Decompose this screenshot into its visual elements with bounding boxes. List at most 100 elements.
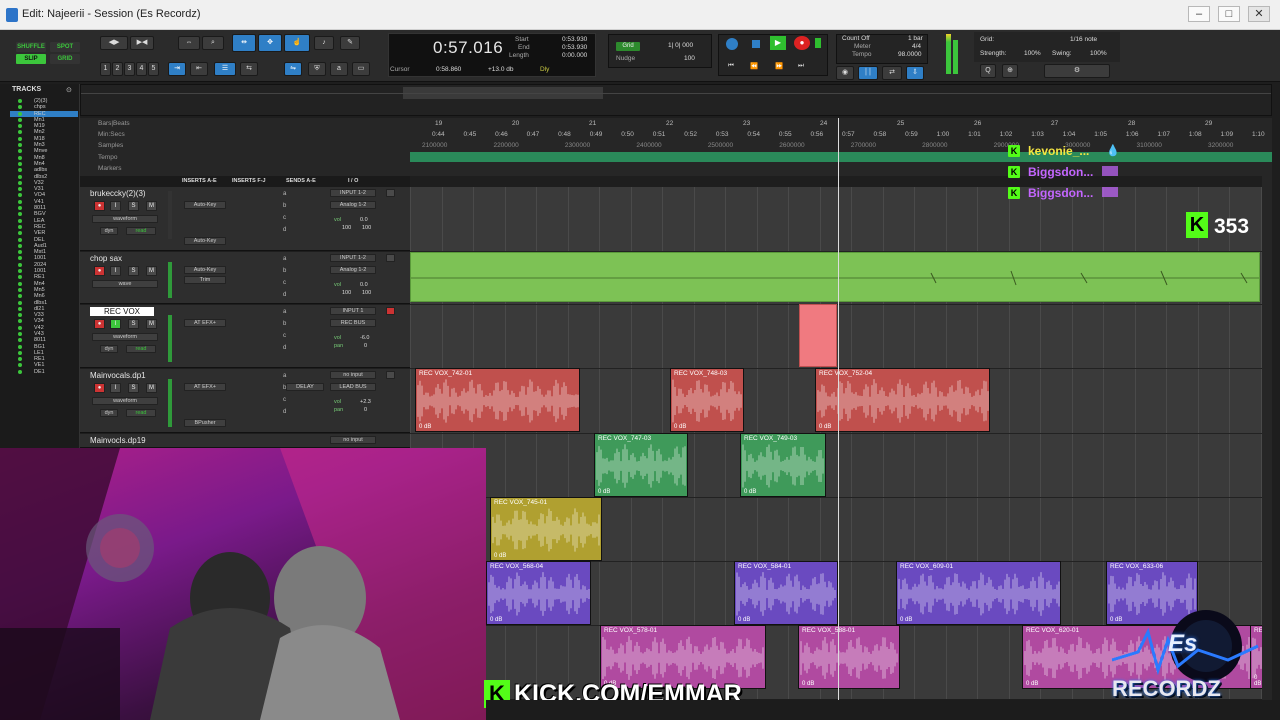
- audio-clip[interactable]: REC VOX_749-03 0 dB: [740, 433, 826, 497]
- swing-value[interactable]: 100%: [1090, 50, 1107, 57]
- shuffle-mode-button[interactable]: SHUFFLE: [16, 42, 46, 52]
- zoom-preset-4[interactable]: 4: [136, 62, 147, 76]
- audio-clip[interactable]: REC VOX_742-01 0 dB: [415, 368, 580, 432]
- fast-forward-icon[interactable]: ⏩: [775, 62, 783, 70]
- midi-merge-button[interactable]: ⇄: [882, 66, 902, 80]
- grabber-tool[interactable]: ☝: [284, 34, 310, 52]
- rewind-icon[interactable]: ⏮: [728, 62, 734, 70]
- insert-slot[interactable]: Auto-Key: [184, 266, 226, 274]
- track-name[interactable]: Mainvocls.dp19: [90, 436, 146, 445]
- output-selector[interactable]: LEAD BUS: [330, 383, 376, 391]
- gear-icon[interactable]: ⚙: [1044, 64, 1110, 78]
- track-show-icon[interactable]: [18, 130, 22, 135]
- dyn-button[interactable]: dyn: [100, 227, 118, 235]
- track-show-icon[interactable]: [18, 287, 22, 292]
- track-show-icon[interactable]: [18, 111, 22, 116]
- mirror-midi-button[interactable]: ⇋: [284, 62, 302, 76]
- end-icon[interactable]: ⏭: [798, 62, 804, 70]
- grid-mode-button[interactable]: GRID: [50, 54, 80, 64]
- track-show-icon[interactable]: [18, 338, 22, 343]
- track-show-icon[interactable]: [18, 256, 22, 261]
- track-show-icon[interactable]: [18, 319, 22, 324]
- main-counter[interactable]: 0:57.016: [433, 38, 503, 58]
- input-selector[interactable]: INPUT 1-2: [330, 189, 376, 197]
- mute-button[interactable]: M: [146, 319, 157, 329]
- track-view-selector[interactable]: wave: [92, 280, 158, 288]
- volume-value[interactable]: +2.3: [360, 399, 371, 405]
- record-arm-button[interactable]: ●: [94, 319, 105, 329]
- track-view-selector[interactable]: waveform: [92, 397, 158, 405]
- track-show-icon[interactable]: [18, 161, 22, 166]
- volume-value[interactable]: 0.0: [360, 217, 368, 223]
- tracks-list[interactable]: (2)(3) chps REC Mn1 M19 Mn2 M18 Mn3 Mnve Mn8 Mn4 ad…: [10, 98, 78, 375]
- io-toggle-button[interactable]: [386, 254, 395, 262]
- trim-tool[interactable]: ⇹: [232, 34, 256, 52]
- selector-tool[interactable]: ✥: [258, 34, 282, 52]
- audio-clip[interactable]: REC VOX_588-01 0 dB: [798, 625, 900, 689]
- track-show-icon[interactable]: [18, 193, 22, 198]
- pencil-icon[interactable]: ✎: [340, 36, 360, 50]
- audio-clip[interactable]: REC VOX_747-03 0 dB: [594, 433, 688, 497]
- pan-right-value[interactable]: 100: [362, 225, 371, 231]
- track-header[interactable]: chop sax ● I S Mwave Auto-Key Trim INPUT 1-2 Ana…: [80, 252, 410, 304]
- track-show-icon[interactable]: [18, 168, 22, 173]
- record-arm-button[interactable]: ●: [94, 383, 105, 393]
- dyn-button[interactable]: dyn: [100, 345, 118, 353]
- zoom-preset-3[interactable]: 3: [124, 62, 135, 76]
- track-header[interactable]: Mainvocls.dp19 no input: [80, 434, 410, 448]
- universe-overview[interactable]: [80, 84, 1272, 116]
- input-selector[interactable]: INPUT 1-2: [330, 254, 376, 262]
- track-name[interactable]: brukeccky(2)(3): [90, 189, 146, 198]
- audio-clip[interactable]: REC VOX_568-04 0 dB: [486, 561, 591, 625]
- insert-slot[interactable]: AT EFX+: [184, 319, 226, 327]
- track-show-icon[interactable]: [18, 250, 22, 255]
- insert-slot[interactable]: Auto-Key: [184, 201, 226, 209]
- io-toggle-button[interactable]: [386, 189, 395, 197]
- minimize-button[interactable]: –: [1188, 6, 1210, 22]
- track-show-icon[interactable]: [18, 124, 22, 129]
- audio-clip[interactable]: REC VOX_745-01 0 dB: [490, 497, 602, 561]
- track-show-icon[interactable]: [18, 136, 22, 141]
- track-name[interactable]: chop sax: [90, 254, 122, 263]
- search-icon[interactable]: ⌕: [202, 36, 224, 50]
- zoom-preset-1[interactable]: 1: [100, 62, 111, 76]
- zoom-preset-5[interactable]: 5: [148, 62, 159, 76]
- insert-slot[interactable]: BPusher: [184, 419, 226, 427]
- strength-value[interactable]: 100%: [1024, 50, 1041, 57]
- track-show-icon[interactable]: [18, 306, 22, 311]
- input-selector[interactable]: INPUT 1: [330, 307, 376, 315]
- volume-value[interactable]: -6.0: [360, 335, 369, 341]
- fast-rewind-icon[interactable]: ⏪: [750, 62, 758, 70]
- track-show-icon[interactable]: [18, 149, 22, 154]
- meter-value[interactable]: 4/4: [912, 43, 921, 50]
- slip-mode-button[interactable]: SLIP: [16, 54, 46, 64]
- input-monitor-button[interactable]: I: [110, 201, 121, 211]
- send-slot[interactable]: DELAY: [286, 383, 324, 391]
- recording-clip[interactable]: [799, 304, 837, 367]
- pan-value[interactable]: 0: [364, 407, 367, 413]
- zoom-view-icon[interactable]: ⊕: [1002, 64, 1018, 78]
- solo-button[interactable]: S: [128, 383, 139, 393]
- track-show-icon[interactable]: [18, 212, 22, 217]
- horizontal-scrollbar[interactable]: [486, 700, 1280, 720]
- output-selector[interactable]: REC BUS: [330, 319, 376, 327]
- io-toggle-button[interactable]: [386, 307, 395, 315]
- grid-toggle[interactable]: Grid: [616, 42, 640, 51]
- keyboard-focus-button[interactable]: a: [330, 62, 348, 76]
- track-show-icon[interactable]: [18, 369, 22, 374]
- io-toggle-button[interactable]: [386, 371, 395, 379]
- input-selector[interactable]: no input: [330, 371, 376, 379]
- track-show-icon[interactable]: [18, 363, 22, 368]
- audio-clip[interactable]: REC VOX_748-03 0 dB: [670, 368, 744, 432]
- insertion-follows-button[interactable]: ⇤: [190, 62, 208, 76]
- tempo-value[interactable]: 98.0000: [898, 51, 922, 58]
- grid-note-dropdown[interactable]: 1/16 note: [1070, 36, 1097, 43]
- audio-clip[interactable]: REC VOX_752-04 0 dB: [815, 368, 990, 432]
- track-show-icon[interactable]: [18, 218, 22, 223]
- track-show-icon[interactable]: [18, 325, 22, 330]
- track-show-icon[interactable]: [18, 281, 22, 286]
- track-show-icon[interactable]: [18, 237, 22, 242]
- dyn-button[interactable]: dyn: [100, 409, 118, 417]
- start-value[interactable]: 0:53.930: [562, 36, 587, 43]
- track-show-icon[interactable]: [18, 155, 22, 160]
